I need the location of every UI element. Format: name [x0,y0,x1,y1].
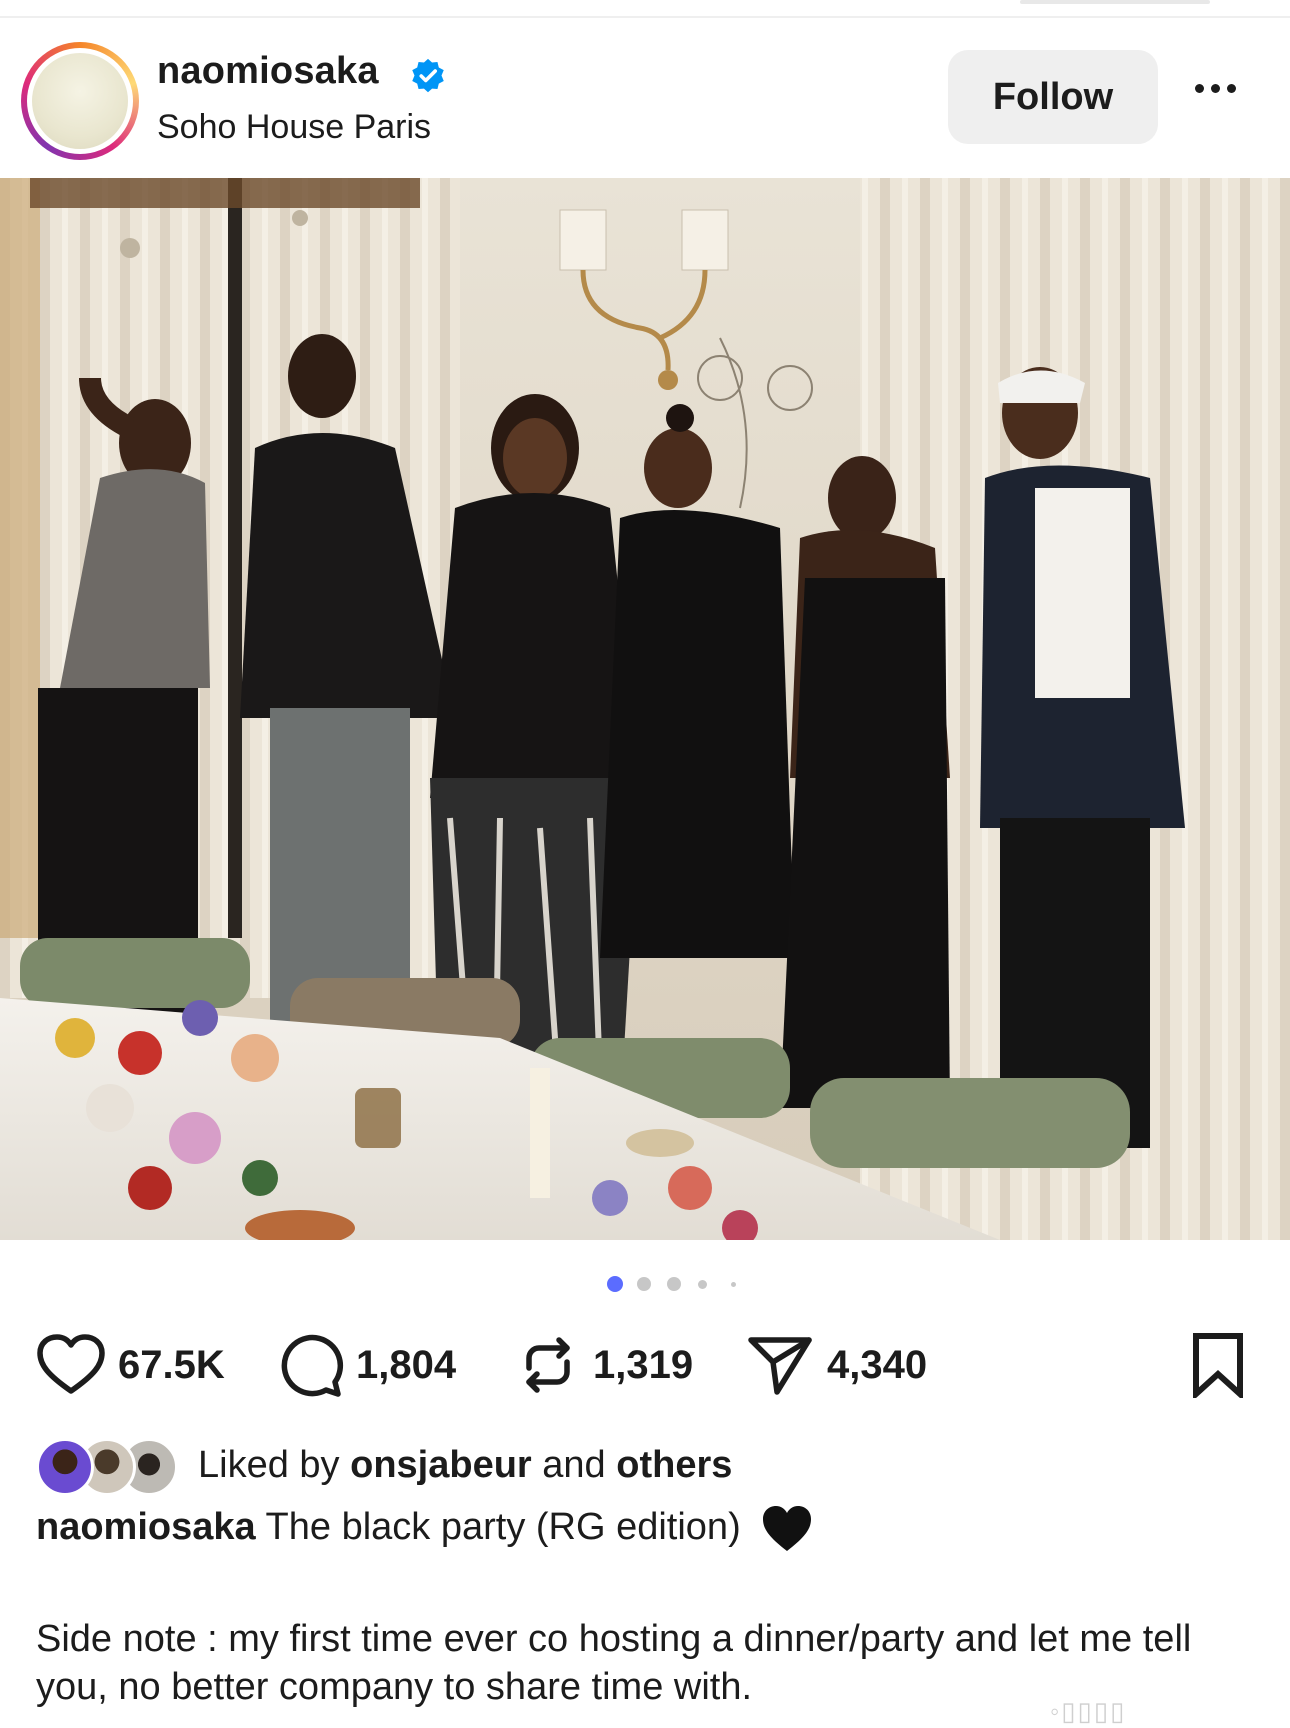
action-bar: 67.5K 1,804 1,319 4,340 [0,1330,1290,1400]
carousel-dot-active [607,1276,623,1292]
liked-by-middle: and [542,1444,606,1486]
carousel-dot [667,1277,681,1291]
carousel-indicator[interactable] [0,1276,1290,1296]
post-header: naomiosaka Soho House Paris Follow [0,38,1290,160]
liked-by-user[interactable]: onsjabeur [350,1444,532,1486]
carousel-dot [731,1282,736,1287]
black-heart-icon [763,1506,812,1551]
avatar-image [32,53,128,149]
top-scroll-stub [1020,0,1210,4]
caption-text: The black party (RG edition) [265,1506,741,1549]
more-dot [1211,83,1220,93]
more-dot [1227,83,1236,93]
post-location[interactable]: Soho House Paris [157,108,431,147]
caption-username[interactable]: naomiosaka [36,1506,256,1548]
avatar-border [27,48,133,154]
bookmark-icon [1193,1333,1243,1398]
post-username[interactable]: naomiosaka [157,50,379,93]
carousel-dot [637,1277,651,1291]
caption: naomiosaka The black party (RG edition) [36,1505,813,1553]
liked-by-row[interactable]: Liked by onsjabeur and others [36,1438,1236,1498]
post-photo[interactable] [0,178,1290,1240]
repost-button[interactable]: 1,319 [515,1330,693,1400]
save-button[interactable] [1188,1330,1248,1400]
liker-avatar [36,1438,94,1496]
like-count: 67.5K [118,1342,225,1387]
more-options-icon[interactable] [1195,78,1251,98]
share-button[interactable]: 4,340 [745,1330,927,1400]
top-divider [0,16,1290,18]
watermark-mark: ◦▯▯▯▯ [1050,1696,1127,1726]
avatar[interactable] [21,42,139,160]
carousel-dot [698,1280,707,1289]
comment-count: 1,804 [356,1342,457,1387]
repost-icon [526,1337,570,1393]
group-photo-illustration [0,178,1290,1240]
more-dot [1195,83,1204,93]
liked-by-prefix: Liked by [198,1444,340,1486]
heart-icon [37,1334,105,1394]
liked-by-text: Liked by onsjabeur and others [198,1444,732,1487]
verified-badge-icon [412,58,444,93]
comment-icon [281,1334,344,1397]
share-count: 4,340 [827,1342,928,1387]
like-button[interactable]: 67.5K [36,1330,225,1400]
liked-by-others[interactable]: others [616,1444,732,1486]
follow-button[interactable]: Follow [948,50,1158,144]
comment-button[interactable]: 1,804 [278,1330,456,1400]
repost-count: 1,319 [593,1342,694,1387]
share-icon [748,1337,812,1395]
